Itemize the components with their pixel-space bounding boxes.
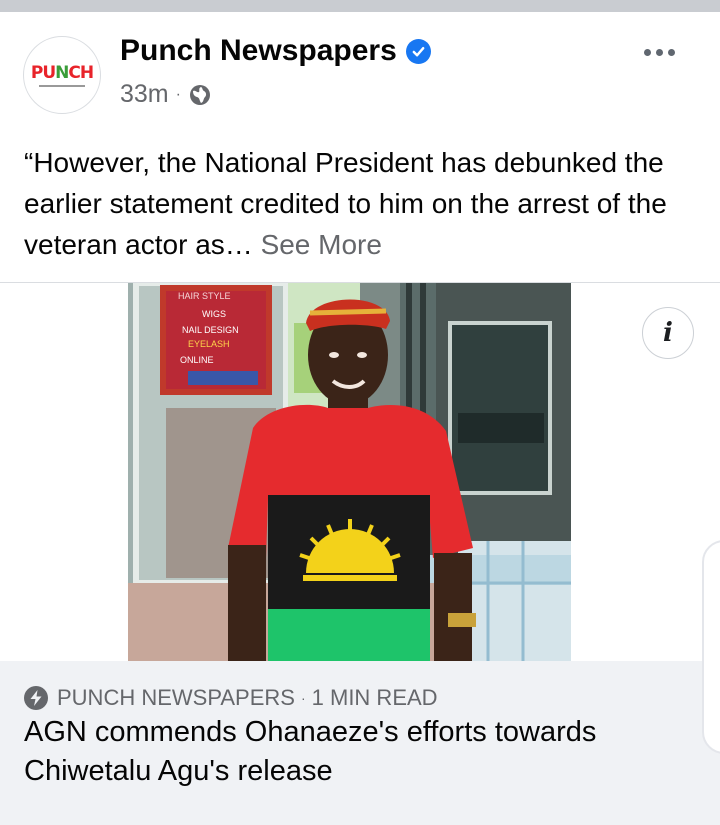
- post-photo[interactable]: HAIR STYLE WIGS NAIL DESIGN EYELASH ONLI…: [128, 283, 571, 661]
- link-preview-card[interactable]: PUNCH NEWSPAPERS · 1 MIN READ AGN commen…: [0, 661, 720, 825]
- page-avatar[interactable]: PUNCH: [23, 36, 101, 114]
- post-image-container[interactable]: HAIR STYLE WIGS NAIL DESIGN EYELASH ONLI…: [0, 283, 720, 661]
- avatar-logo-letter: U: [42, 62, 56, 83]
- sign-line-2: WIGS: [202, 309, 226, 319]
- more-horizontal-icon[interactable]: [644, 42, 684, 62]
- sign-line-4: EYELASH: [188, 339, 230, 349]
- post-meta: 33m ·: [120, 80, 212, 109]
- link-read-time: 1 MIN READ: [311, 685, 438, 710]
- avatar-logo-letter: C: [68, 62, 81, 83]
- globe-icon[interactable]: [188, 83, 212, 107]
- link-title[interactable]: AGN commends Ohanaeze's efforts towards …: [24, 713, 684, 791]
- page-name-row: Punch Newspapers: [120, 34, 431, 68]
- post-timestamp[interactable]: 33m: [120, 80, 169, 109]
- post-header: PUNCH Punch Newspapers 33m ·: [0, 12, 720, 120]
- lightning-bolt-icon: [24, 686, 48, 710]
- sign-line-5: ONLINE: [180, 355, 214, 365]
- sign-line-1: HAIR STYLE: [178, 291, 231, 301]
- meta-separator: ·: [175, 85, 181, 103]
- avatar-logo-text: PUNCH: [30, 62, 94, 83]
- post-message: “However, the National President has deb…: [24, 142, 704, 265]
- avatar-logo-letter: H: [79, 62, 94, 83]
- link-source-row: PUNCH NEWSPAPERS · 1 MIN READ: [24, 685, 438, 711]
- avatar-logo-letter: N: [55, 62, 69, 83]
- link-source-name: PUNCH NEWSPAPERS: [57, 685, 295, 710]
- link-source-separator: ·: [300, 690, 306, 706]
- avatar-logo-letter: P: [30, 62, 44, 83]
- avatar-tagline: [39, 84, 85, 87]
- sign-line-3: NAIL DESIGN: [182, 325, 239, 335]
- verified-badge-icon: [405, 38, 431, 64]
- see-more-link[interactable]: See More: [261, 229, 382, 260]
- page-name-link[interactable]: Punch Newspapers: [120, 34, 397, 68]
- info-icon[interactable]: i: [642, 307, 694, 359]
- top-separator-bar: [0, 0, 720, 12]
- side-panel-edge[interactable]: [702, 540, 720, 754]
